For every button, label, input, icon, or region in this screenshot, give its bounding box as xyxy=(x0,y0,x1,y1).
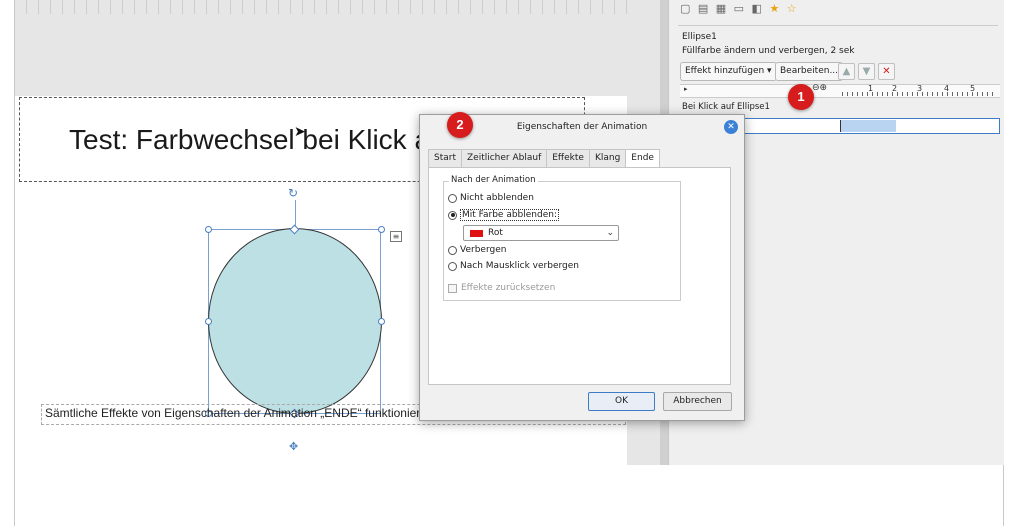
trigger-label: Bei Klick auf Ellipse1 xyxy=(682,102,770,112)
animation-duration-bar[interactable] xyxy=(840,120,896,132)
dim-color-select[interactable]: Rot ⌄ xyxy=(463,225,619,241)
tab-end[interactable]: Ende xyxy=(625,149,660,168)
radio-dot[interactable] xyxy=(448,261,457,271)
resize-handle-e[interactable] xyxy=(378,318,385,325)
checkbox-label: Effekte zurücksetzen xyxy=(461,283,556,293)
callout-badge-2: 2 xyxy=(447,112,473,138)
rotation-handle-line xyxy=(295,200,296,228)
radio-dim-with-color[interactable]: Mit Farbe abblenden: xyxy=(448,209,560,221)
chevron-down-icon[interactable]: ⌄ xyxy=(606,226,614,240)
reset-effects-checkbox[interactable]: Effekte zurücksetzen xyxy=(448,283,555,293)
radio-dot[interactable] xyxy=(448,193,457,203)
tab-effects[interactable]: Effekte xyxy=(546,149,590,167)
radio-label: Mit Farbe abblenden: xyxy=(460,209,560,221)
timeline-ruler xyxy=(842,92,997,96)
tab-start[interactable]: Start xyxy=(428,149,462,167)
star-icon[interactable]: ★ ☆ xyxy=(769,2,798,15)
top-ruler xyxy=(15,0,627,14)
radio-hide-on-click[interactable]: Nach Mausklick verbergen xyxy=(448,261,579,271)
sidebar-toolbar-icons[interactable]: ▢ ▤ ▦ ▭ ◧ ★ ☆ xyxy=(680,2,799,15)
tab-sound[interactable]: Klang xyxy=(588,149,627,167)
radio-label: Nicht abblenden xyxy=(460,193,534,203)
zoom-in-icon[interactable]: ⊕ xyxy=(820,83,828,93)
resize-handle-ne[interactable] xyxy=(378,226,385,233)
shape-name: Ellipse1 xyxy=(682,32,717,42)
tab-panel-end: Nach der Animation Nicht abblenden Mit F… xyxy=(428,167,731,385)
zoom-icons[interactable]: ⊖⊕ xyxy=(812,83,827,93)
rotate-handle-icon[interactable]: ↻ xyxy=(288,186,298,200)
effect-description: Füllfarbe ändern und verbergen, 2 sek xyxy=(682,46,855,56)
radio-no-dim[interactable]: Nicht abblenden xyxy=(448,193,534,203)
ok-button[interactable]: OK xyxy=(588,392,655,411)
callout-badge-1: 1 xyxy=(788,84,814,110)
delete-effect-icon[interactable]: ✕ xyxy=(878,63,895,80)
tab-timing[interactable]: Zeitlicher Ablauf xyxy=(461,149,548,167)
resize-handle-w[interactable] xyxy=(205,318,212,325)
color-value: Rot xyxy=(488,228,503,238)
move-up-icon[interactable]: ▲ xyxy=(838,63,855,80)
checkbox-box[interactable] xyxy=(448,283,457,293)
sidebar-divider xyxy=(678,25,998,26)
close-icon[interactable]: ✕ xyxy=(724,120,738,134)
animation-properties-dialog: Eigenschaften der Animation ✕ Start Zeit… xyxy=(419,114,745,421)
animation-marker-icon[interactable]: ≡ xyxy=(390,231,402,242)
mouse-cursor-icon: ➤ xyxy=(294,124,306,140)
add-effect-button[interactable]: Effekt hinzufügen ▾ xyxy=(680,62,777,81)
radio-label: Verbergen xyxy=(460,245,507,255)
color-swatch xyxy=(470,230,483,237)
cancel-button[interactable]: Abbrechen xyxy=(663,392,732,411)
dialog-tabs: Start Zeitlicher Ablauf Effekte Klang En… xyxy=(428,149,660,168)
footer-text: Sämtliche Effekte von Eigenschaften der … xyxy=(45,406,463,420)
radio-label: Nach Mausklick verbergen xyxy=(460,261,579,271)
move-handle-icon[interactable]: ✥ xyxy=(289,440,298,453)
move-down-icon[interactable]: ▼ xyxy=(858,63,875,80)
radio-dot[interactable] xyxy=(448,210,457,220)
radio-hide[interactable]: Verbergen xyxy=(448,245,506,255)
expand-arrow-icon[interactable]: ▸ xyxy=(684,85,688,93)
ellipse-shape[interactable] xyxy=(208,228,382,414)
radio-dot[interactable] xyxy=(448,245,457,255)
edit-effect-button[interactable]: Bearbeiten... xyxy=(775,62,844,81)
group-label: Nach der Animation xyxy=(449,175,538,185)
resize-handle-nw[interactable] xyxy=(205,226,212,233)
